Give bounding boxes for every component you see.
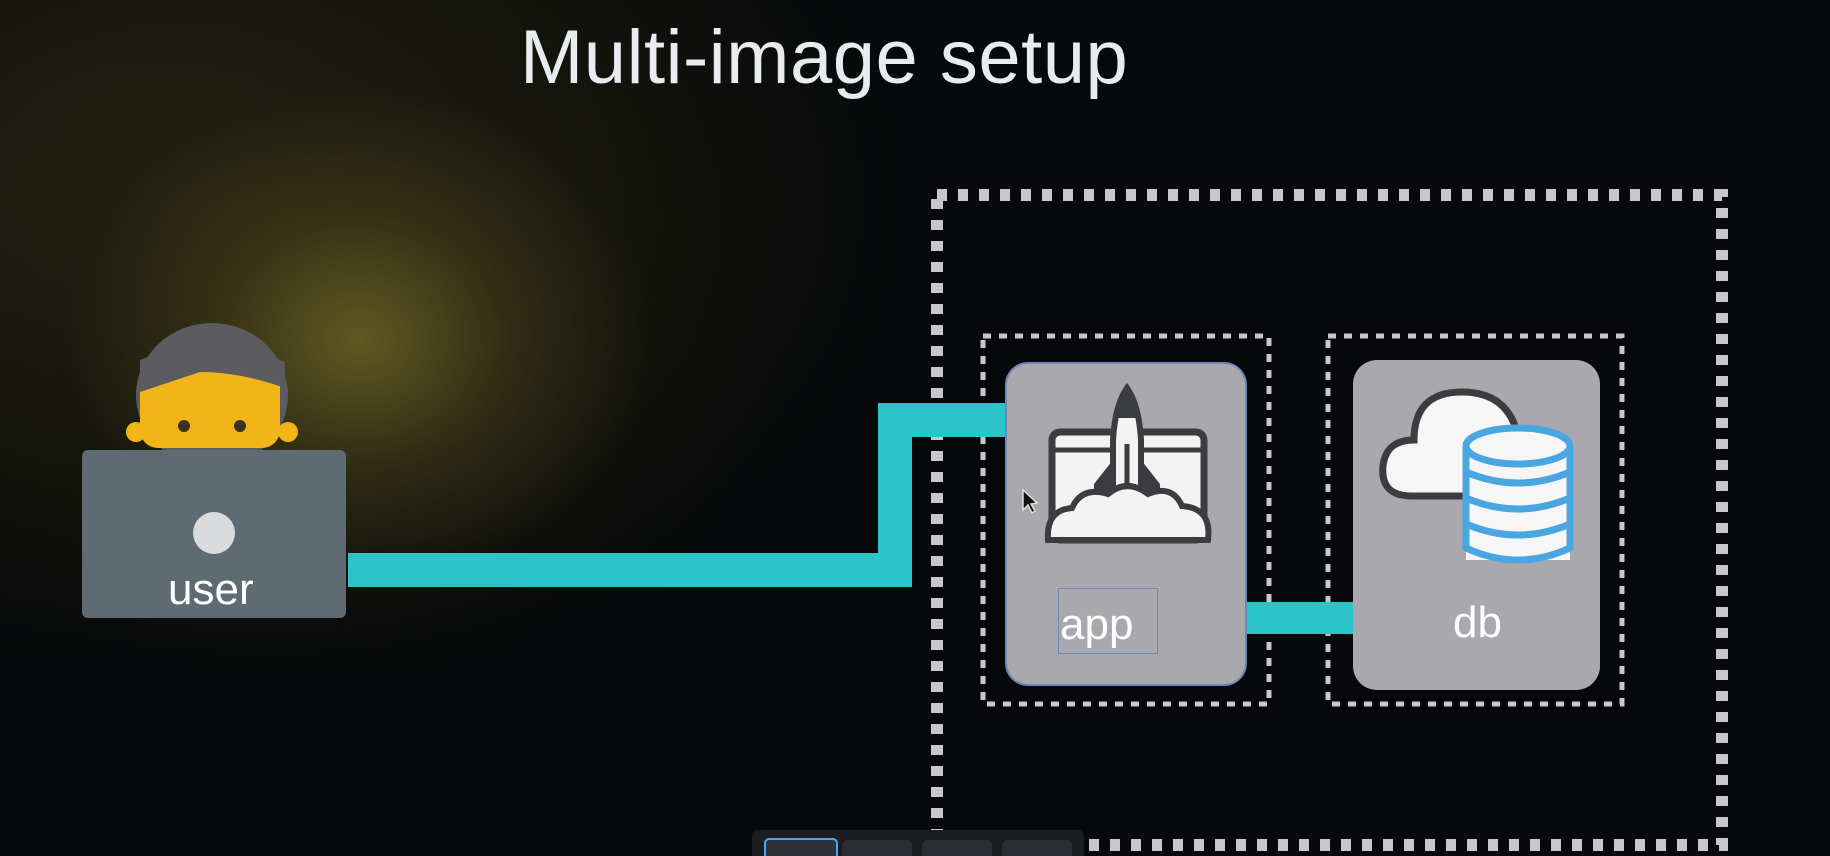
user-label: user bbox=[168, 565, 254, 614]
slide-thumbnail-strip bbox=[752, 830, 1084, 856]
slide-thumbnail-active[interactable] bbox=[764, 838, 838, 856]
app-db-connector bbox=[1245, 602, 1357, 634]
slide-canvas: Multi-image setup user app db bbox=[0, 0, 1830, 856]
slide-thumbnail[interactable] bbox=[922, 840, 992, 856]
slide-thumbnail[interactable] bbox=[842, 840, 912, 856]
slide-thumbnail[interactable] bbox=[1002, 840, 1072, 856]
user-avatar-icon bbox=[126, 323, 298, 467]
user-app-connector bbox=[348, 403, 1008, 587]
app-label[interactable]: app bbox=[1060, 600, 1133, 650]
db-label: db bbox=[1453, 598, 1502, 647]
diagram bbox=[82, 189, 1728, 851]
slide-title: Multi-image setup bbox=[520, 15, 1129, 100]
